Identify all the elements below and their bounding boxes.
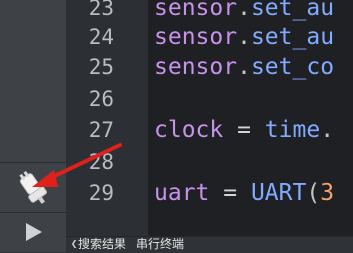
code-line: sensor.set_au bbox=[154, 23, 334, 51]
code-token: UART bbox=[250, 180, 307, 206]
code-token: . bbox=[237, 54, 251, 80]
code-token: ( bbox=[306, 180, 321, 206]
code-token: sensor bbox=[154, 0, 238, 21]
code-editor[interactable]: 23 24 25 26 27 28 29 sensor.set_au senso… bbox=[66, 0, 353, 236]
line-number: 26 bbox=[88, 87, 114, 111]
code-token: . bbox=[237, 0, 251, 21]
code-line: uart = UART(3 bbox=[154, 179, 334, 207]
code-token: sensor bbox=[154, 54, 238, 80]
code-token: uart bbox=[154, 180, 210, 206]
bottom-tab-bar: 搜索结果 串行终端 bbox=[66, 236, 353, 252]
code-token: . bbox=[237, 24, 251, 50]
left-toolbar bbox=[0, 0, 67, 252]
code-token: clock bbox=[154, 117, 224, 143]
divider bbox=[0, 162, 66, 163]
code-token: 3 bbox=[320, 180, 335, 206]
connect-button[interactable] bbox=[0, 168, 66, 208]
code-token: = bbox=[223, 117, 265, 143]
run-button[interactable] bbox=[0, 214, 66, 250]
tab-search-results[interactable]: 搜索结果 bbox=[72, 236, 130, 252]
tab-serial-terminal[interactable]: 串行终端 bbox=[130, 236, 188, 252]
code-line: sensor.set_au bbox=[154, 0, 334, 22]
line-number: 28 bbox=[88, 150, 114, 174]
code-area[interactable]: sensor.set_au sensor.set_au sensor.set_c… bbox=[148, 0, 353, 236]
code-line: clock = time. bbox=[154, 116, 334, 144]
line-number: 24 bbox=[88, 25, 114, 49]
line-number: 23 bbox=[88, 0, 114, 20]
code-token: = bbox=[209, 180, 251, 206]
divider bbox=[0, 212, 66, 213]
line-number: 29 bbox=[88, 181, 114, 205]
line-number: 27 bbox=[88, 118, 114, 142]
code-token: . bbox=[320, 117, 335, 143]
code-token: sensor bbox=[154, 24, 238, 50]
tool-stack bbox=[0, 162, 66, 252]
code-token: set_au bbox=[250, 24, 335, 50]
line-number: 25 bbox=[88, 55, 114, 79]
code-token: set_co bbox=[250, 54, 335, 80]
code-token: set_au bbox=[250, 0, 335, 21]
code-token: time bbox=[264, 117, 321, 143]
code-line: sensor.set_co bbox=[154, 53, 334, 81]
play-icon bbox=[26, 223, 42, 241]
line-number-gutter: 23 24 25 26 27 28 29 bbox=[66, 0, 148, 236]
usb-plug-icon bbox=[19, 170, 47, 204]
